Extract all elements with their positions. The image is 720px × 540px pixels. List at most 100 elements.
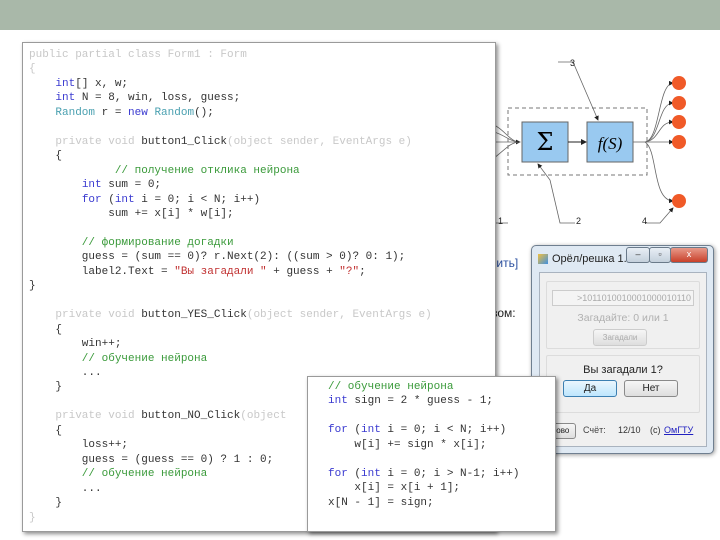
- output-node: [672, 115, 686, 129]
- code-token: // формирование догадки: [29, 236, 234, 249]
- code-line: win++;: [29, 337, 432, 351]
- code-token: w[i] += sign * x[i];: [328, 438, 487, 451]
- output-node: [672, 135, 686, 149]
- no-button[interactable]: Нет: [624, 380, 678, 397]
- code-token: (object sender, EventArgs e): [227, 135, 412, 148]
- code-line: int N = 8, win, loss, guess;: [29, 91, 432, 105]
- minimize-button[interactable]: –: [626, 247, 650, 263]
- code-token: "?": [339, 265, 360, 278]
- code-token: loss++;: [29, 439, 129, 452]
- label-1: 1: [498, 216, 503, 226]
- sequence-group: >1011010010001000010110 Загадайте: 0 или…: [546, 281, 700, 349]
- code-token: N = 8, win, loss, guess;: [75, 92, 241, 105]
- code-token: int: [361, 467, 381, 480]
- code-token: {: [29, 424, 63, 437]
- code-line: {: [29, 323, 432, 337]
- guessed-button[interactable]: Загадали: [593, 329, 647, 346]
- code-token: guess = (guess == 0) ? 1 : 0;: [29, 453, 274, 466]
- code-token: private void: [29, 309, 142, 322]
- code-token: i = 0; i > N-1; i++): [380, 467, 520, 480]
- code-line: // обучение нейрона: [328, 380, 519, 394]
- code-token: int: [361, 424, 381, 437]
- training-code-panel: // обучение нейрона int sign = 2 * guess …: [307, 376, 556, 532]
- code-token: sum = 0;: [101, 179, 162, 192]
- prompt-label: Загадайте: 0 или 1: [577, 312, 669, 324]
- code-token: (: [347, 424, 362, 437]
- code-line: x[N - 1] = sign;: [328, 496, 519, 510]
- slide-header-bar: [0, 0, 720, 30]
- code-line: public partial class Form1 : Form: [29, 48, 432, 62]
- code-token: [] x, w;: [75, 77, 129, 90]
- code-line: private void button1_Click(object sender…: [29, 135, 432, 149]
- code-token: int: [55, 77, 76, 90]
- code-token: int: [328, 395, 348, 408]
- question-group: Вы загадали 1? Да Нет: [546, 355, 700, 413]
- code-token: guess = (sum == 0)? r.Next(2): ((sum > 0…: [29, 251, 406, 264]
- code-line: int sum = 0;: [29, 178, 432, 192]
- code-line: // обучение нейрона: [29, 352, 432, 366]
- code-token: }: [29, 511, 36, 524]
- code-line: int sign = 2 * guess - 1;: [328, 394, 519, 408]
- yes-button[interactable]: Да: [563, 380, 617, 397]
- score-label: Счёт:: [583, 425, 606, 435]
- code-line: for (int i = 0; i < N; i++): [328, 423, 519, 437]
- code-token: sign = 2 * guess - 1;: [347, 395, 494, 408]
- code-line: sum += x[i] * w[i];: [29, 207, 432, 221]
- code-token: // обучение нейрона: [328, 381, 454, 393]
- code-token: // получение отклика нейрона: [29, 164, 300, 177]
- code-token: button_YES_Click: [141, 309, 247, 322]
- code-token: ();: [194, 106, 214, 119]
- label-4: 4: [642, 216, 647, 226]
- code-line: x[i] = x[i + 1];: [328, 481, 519, 495]
- output-node: [672, 76, 686, 90]
- code-line: Random r = new Random();: [29, 106, 432, 120]
- code-line: int[] x, w;: [29, 77, 432, 91]
- maximize-button[interactable]: ▫: [649, 247, 671, 263]
- code-token: private void: [29, 410, 142, 423]
- code-token: i = 0; i < N; i++): [134, 193, 261, 206]
- close-button[interactable]: x: [670, 247, 708, 263]
- score-value: 12/10: [618, 425, 641, 435]
- code-token: public partial class Form1 : Form: [29, 49, 247, 61]
- app-icon: [538, 254, 548, 264]
- code-token: for: [328, 424, 348, 437]
- code-token: "Вы загадали ": [174, 265, 267, 278]
- output-node: [672, 96, 686, 110]
- code-token: x[N - 1] = sign;: [328, 496, 434, 509]
- code-token: button_NO_Click: [141, 410, 241, 423]
- code-token: {: [29, 150, 63, 163]
- code-token: private void: [29, 135, 142, 148]
- omgtu-link[interactable]: ОмГТУ: [664, 425, 693, 435]
- code-token: i = 0; i < N; i++): [380, 424, 507, 437]
- code-line: label2.Text = "Вы загадали " + guess + "…: [29, 265, 432, 279]
- code-token: {: [29, 63, 36, 76]
- label-2: 2: [576, 216, 581, 226]
- code-line: for (int i = 0; i < N; i++): [29, 193, 432, 207]
- code-line: guess = (sum == 0)? r.Next(2): ((sum > 0…: [29, 250, 432, 264]
- code-token: ...: [29, 482, 102, 495]
- code-token: x[i] = x[i + 1];: [328, 482, 461, 495]
- activation-label: f(S): [598, 134, 623, 153]
- code-token: (: [101, 193, 115, 206]
- neuron-diagram: Σ f(S) 1 2 3 4: [480, 40, 720, 240]
- code-token: (: [347, 467, 362, 480]
- code-token: int: [81, 179, 102, 192]
- code-token: win++;: [29, 338, 122, 351]
- code-token: {: [29, 323, 63, 336]
- code-token: ;: [359, 265, 366, 278]
- sum-label: Σ: [537, 128, 554, 156]
- code-token: }: [29, 497, 63, 510]
- code-token: button1_Click: [141, 135, 228, 148]
- copyright-label: (c): [650, 425, 661, 435]
- code-token: int: [114, 193, 135, 206]
- code-token: sum += x[i] * w[i];: [29, 207, 234, 220]
- code-token: r =: [95, 106, 129, 119]
